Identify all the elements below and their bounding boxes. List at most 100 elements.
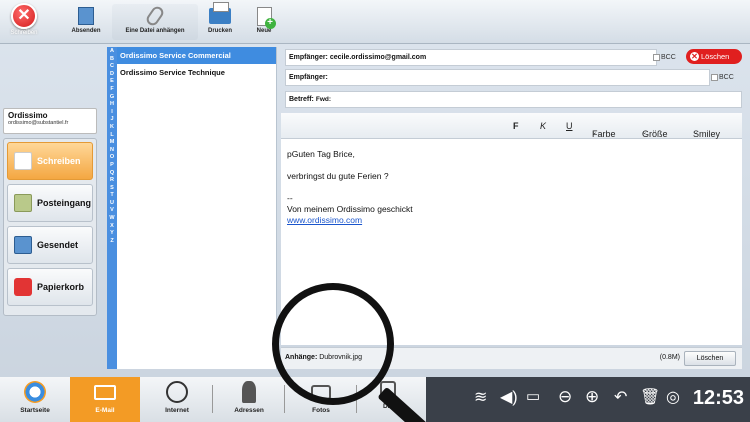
alphabet-letter[interactable]: C xyxy=(107,63,117,71)
delete-recipient-button[interactable]: ✕ Löschen xyxy=(686,49,742,64)
alphabet-letter[interactable]: E xyxy=(107,78,117,86)
delete-label: Löschen xyxy=(701,52,730,61)
close-button[interactable]: ✕ Schreiben xyxy=(4,3,44,41)
new-button[interactable]: Neue xyxy=(248,4,280,40)
alphabet-letter[interactable]: I xyxy=(107,109,117,117)
sent-icon xyxy=(14,236,32,254)
minus-icon[interactable]: ⊖ xyxy=(558,387,572,407)
chevron-down-icon: ⌄ xyxy=(642,130,648,136)
print-label: Drucken xyxy=(207,28,232,34)
alphabet-letter[interactable]: V xyxy=(107,207,117,215)
attach-file-button[interactable]: Eine Datei anhängen xyxy=(112,4,198,40)
alphabet-letter[interactable]: Z xyxy=(107,238,117,246)
alphabet-letter[interactable]: R xyxy=(107,177,117,185)
sidebar-item-posteingang[interactable]: Posteingang xyxy=(7,184,93,222)
dock-item-fotos[interactable]: Fotos xyxy=(286,377,356,422)
italic-button[interactable]: K xyxy=(540,121,546,131)
send-label: Absenden xyxy=(71,28,101,34)
body-line: -- xyxy=(287,193,293,203)
sidebar-item-gesendet[interactable]: Gesendet xyxy=(7,226,93,264)
subject-label: Betreff: xyxy=(289,96,314,103)
to-value: cecile.ordissimo@gmail.com xyxy=(329,54,427,61)
bcc-checkbox-cc[interactable]: BCC xyxy=(711,74,734,81)
sidebar-item-papierkorb[interactable]: Papierkorb xyxy=(7,268,93,306)
battery-icon: ▭ xyxy=(526,388,541,405)
alphabet-letter[interactable]: P xyxy=(107,162,117,170)
alphabet-letter[interactable]: T xyxy=(107,192,117,200)
underline-button[interactable]: U xyxy=(566,121,573,131)
body-line: Von meinem Ordissimo geschickt xyxy=(287,204,413,214)
sidebar-item-schreiben[interactable]: Schreiben xyxy=(7,142,93,180)
message-body[interactable]: pGuten Tag Brice, verbringst du gute Fer… xyxy=(281,139,742,345)
alphabet-letter[interactable]: G xyxy=(107,94,117,102)
contacts-icon xyxy=(242,381,256,403)
wifi-icon: ≋ xyxy=(474,389,488,406)
send-button[interactable]: Absenden xyxy=(64,4,108,40)
dock-item-label: Adressen xyxy=(234,407,264,414)
attachment-size: (0.8M) xyxy=(659,354,680,361)
list-item[interactable]: Ordissimo Service Commercial xyxy=(117,47,276,64)
dock-item-internet[interactable]: Internet xyxy=(142,377,212,422)
attachment-file[interactable]: Dubrovnik.jpg xyxy=(319,354,362,361)
cc-field[interactable]: Empfänger: xyxy=(285,69,710,86)
alphabet-letter[interactable]: J xyxy=(107,116,117,124)
trash-icon[interactable]: 🗑 xyxy=(640,387,660,407)
plus-icon[interactable]: ⊕ xyxy=(585,387,599,407)
alphabet-letter[interactable]: M xyxy=(107,139,117,147)
alphabet-letter[interactable]: Q xyxy=(107,170,117,178)
dock-item-label: Fotos xyxy=(312,407,330,414)
contact-list: Ordissimo Service Commercial Ordissimo S… xyxy=(117,47,277,369)
home-icon xyxy=(24,381,46,403)
status-bar: ≋ ◀︎) ▭ ⊖ ⊕ ↶ 🗑 ◎ 12:53 xyxy=(426,377,750,422)
alphabet-letter[interactable]: W xyxy=(107,215,117,223)
alphabet-letter[interactable]: O xyxy=(107,154,117,162)
bcc-label: BCC xyxy=(661,54,676,61)
print-button[interactable]: Drucken xyxy=(202,2,238,40)
sidebar-item-label: Gesendet xyxy=(37,240,79,250)
printer-icon xyxy=(209,2,231,24)
subject-field[interactable]: Betreff: Fwd: xyxy=(285,91,742,108)
compose-icon xyxy=(14,152,32,170)
close-icon: ✕ xyxy=(690,52,699,61)
subject-value: Fwd: xyxy=(315,96,332,103)
to-field[interactable]: Empfänger: cecile.ordissimo@gmail.com xyxy=(285,49,657,66)
dock-item-adressen[interactable]: Adressen xyxy=(214,377,284,422)
dock-item-email[interactable]: E-Mail xyxy=(70,377,140,422)
new-document-icon xyxy=(256,6,276,29)
dock-item-label: E-Mail xyxy=(95,407,115,414)
alphabet-letter[interactable]: Y xyxy=(107,230,117,238)
alphabet-letter[interactable]: U xyxy=(107,200,117,208)
dock-item-label: Startseite xyxy=(20,407,50,414)
bcc-checkbox-to[interactable]: BCC xyxy=(653,54,676,61)
alphabet-letter[interactable]: K xyxy=(107,124,117,132)
alphabet-letter[interactable]: B xyxy=(107,56,117,64)
bold-button[interactable]: F xyxy=(513,121,519,131)
alphabet-letter[interactable]: L xyxy=(107,132,117,140)
cc-label: Empfänger: xyxy=(289,74,328,81)
attachment-bar: Anhänge: Dubrovnik.jpg (0.8M) Löschen xyxy=(281,347,742,369)
alphabet-letter[interactable]: F xyxy=(107,86,117,94)
format-toolbar: F K U Farbe ⌄ Größe ⌄ Smiley ⌄ xyxy=(281,113,742,139)
globe-icon xyxy=(166,381,188,403)
alphabet-letter[interactable]: S xyxy=(107,185,117,193)
body-link[interactable]: www.ordissimo.com xyxy=(287,215,362,225)
clock: 12:53 xyxy=(692,387,744,409)
account-name: Ordissimo xyxy=(8,111,48,120)
checkbox-icon xyxy=(711,74,718,81)
help-icon[interactable]: ◎ xyxy=(666,387,680,407)
alphabet-letter[interactable]: X xyxy=(107,223,117,231)
close-label: Schreiben xyxy=(10,30,38,36)
attach-file-label: Eine Datei anhängen xyxy=(125,28,185,34)
back-icon[interactable]: ↶ xyxy=(614,387,627,407)
chevron-down-icon: ⌄ xyxy=(693,130,699,136)
alphabet-letter[interactable]: A xyxy=(107,48,117,56)
alphabet-letter[interactable]: N xyxy=(107,147,117,155)
paperclip-icon xyxy=(144,4,166,28)
alphabet-letter[interactable]: D xyxy=(107,71,117,79)
trash-icon xyxy=(14,278,32,296)
list-item[interactable]: Ordissimo Service Technique xyxy=(117,64,276,81)
remove-attachment-button[interactable]: Löschen xyxy=(684,351,736,366)
alphabet-letter[interactable]: H xyxy=(107,101,117,109)
dock-item-startseite[interactable]: Startseite xyxy=(0,377,70,422)
sidebar-item-label: Schreiben xyxy=(37,156,81,166)
